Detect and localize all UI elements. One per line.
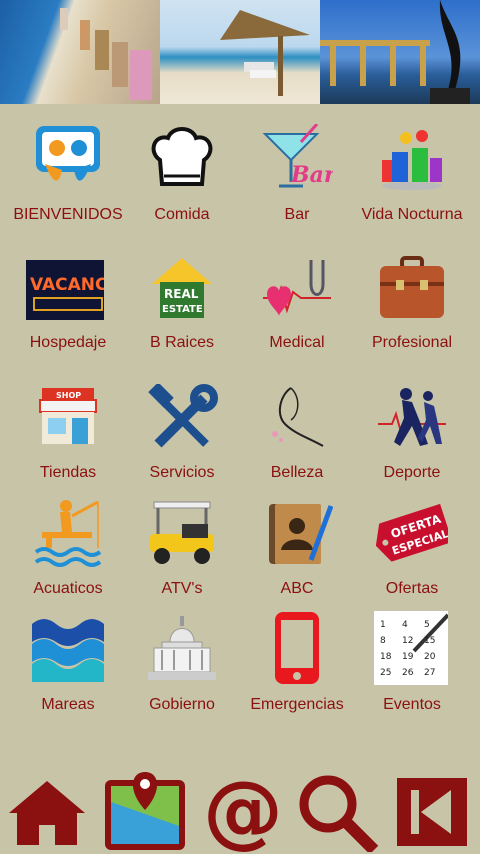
at-icon: @ bbox=[203, 772, 281, 852]
shop-icon: SHOP bbox=[32, 384, 104, 456]
menu-item-label: Hospedaje bbox=[29, 334, 107, 351]
menu-item-label: B Raices bbox=[149, 334, 215, 351]
calendar-day: 19 bbox=[402, 652, 414, 662]
chef-hat-icon bbox=[146, 124, 218, 196]
calendar-day: 8 bbox=[380, 636, 386, 646]
real-estate-icon: REAL ESTATE bbox=[146, 254, 218, 326]
search-icon bbox=[299, 775, 379, 852]
map-pin-icon bbox=[105, 772, 185, 850]
search-button[interactable] bbox=[292, 770, 384, 854]
oferta-especial-icon: OFERTA ESPECIAL bbox=[375, 498, 448, 570]
menu-item-label: Medical bbox=[269, 334, 325, 351]
calendar-day: 25 bbox=[380, 668, 391, 678]
menu-item-label: Deporte bbox=[383, 464, 441, 481]
menu-item-label: Acuaticos bbox=[33, 580, 103, 597]
menu-item-label: Eventos bbox=[383, 696, 441, 713]
back-button[interactable] bbox=[396, 770, 468, 854]
menu-item-label: Bar bbox=[284, 206, 310, 223]
svg-text:Bar: Bar bbox=[290, 162, 333, 188]
menu-item-label: Profesional bbox=[371, 334, 453, 351]
svg-text:REAL: REAL bbox=[164, 287, 199, 301]
menu-item-label: Tiendas bbox=[39, 464, 97, 481]
calendar-day: 15 bbox=[424, 636, 435, 646]
beach-palapa-photo bbox=[160, 0, 320, 104]
vacancy-sign-icon: VACANCY bbox=[26, 254, 104, 326]
menu-item-label: ABC bbox=[280, 580, 314, 597]
address-book-icon bbox=[261, 498, 333, 570]
calendar-day: 5 bbox=[424, 620, 430, 630]
svg-text:@: @ bbox=[203, 772, 281, 852]
slideshare-icon bbox=[32, 124, 104, 196]
back-icon bbox=[397, 778, 467, 846]
stethoscope-icon bbox=[261, 254, 333, 326]
menu-item-label: ATV's bbox=[161, 580, 203, 597]
runners-icon bbox=[376, 384, 448, 456]
monument-photo bbox=[320, 0, 480, 104]
home-icon bbox=[9, 781, 85, 845]
calendar-day: 1 bbox=[380, 620, 386, 630]
fishing-icon bbox=[32, 498, 104, 570]
menu-item-label: Comida bbox=[154, 206, 210, 223]
menu-item-label: Belleza bbox=[270, 464, 324, 481]
svg-text:VACANCY: VACANCY bbox=[30, 275, 104, 295]
drinks-icon bbox=[376, 124, 448, 196]
menu-item-label: Vida Nocturna bbox=[361, 206, 463, 223]
calendar-day: 18 bbox=[380, 652, 392, 662]
calendar-day: 4 bbox=[402, 620, 408, 630]
waves-icon bbox=[32, 612, 104, 684]
calendar-day: 26 bbox=[402, 668, 414, 678]
bottom-nav: @ bbox=[0, 770, 480, 854]
menu-item-label: Emergencias bbox=[250, 696, 344, 713]
calendar-day: 27 bbox=[424, 668, 435, 678]
menu-item-label: Mareas bbox=[41, 696, 95, 713]
calendar-day: 12 bbox=[402, 636, 413, 646]
contact-button[interactable]: @ bbox=[198, 770, 284, 854]
map-button[interactable] bbox=[102, 770, 188, 854]
briefcase-icon bbox=[376, 254, 448, 326]
beach-city-photo bbox=[0, 0, 160, 104]
cocktail-bar-icon: Bar bbox=[261, 124, 333, 196]
calendar-icon: 1 4 5 8 12 15 18 19 20 25 26 27 bbox=[374, 611, 448, 685]
beauty-icon bbox=[261, 384, 333, 456]
header-banner bbox=[0, 0, 480, 104]
menu-item-label: BIENVENIDOS bbox=[13, 206, 123, 223]
calendar-day: 20 bbox=[424, 652, 436, 662]
golf-cart-icon bbox=[146, 498, 218, 570]
tools-icon bbox=[146, 384, 218, 456]
capitol-icon bbox=[146, 612, 218, 684]
home-button[interactable] bbox=[4, 770, 90, 854]
svg-text:ESTATE: ESTATE bbox=[162, 304, 203, 315]
phone-icon bbox=[261, 612, 333, 684]
svg-text:SHOP: SHOP bbox=[56, 391, 81, 400]
menu-item-label: Servicios bbox=[149, 464, 215, 481]
menu-item-label: Gobierno bbox=[149, 696, 215, 713]
menu-item-label: Ofertas bbox=[385, 580, 439, 597]
